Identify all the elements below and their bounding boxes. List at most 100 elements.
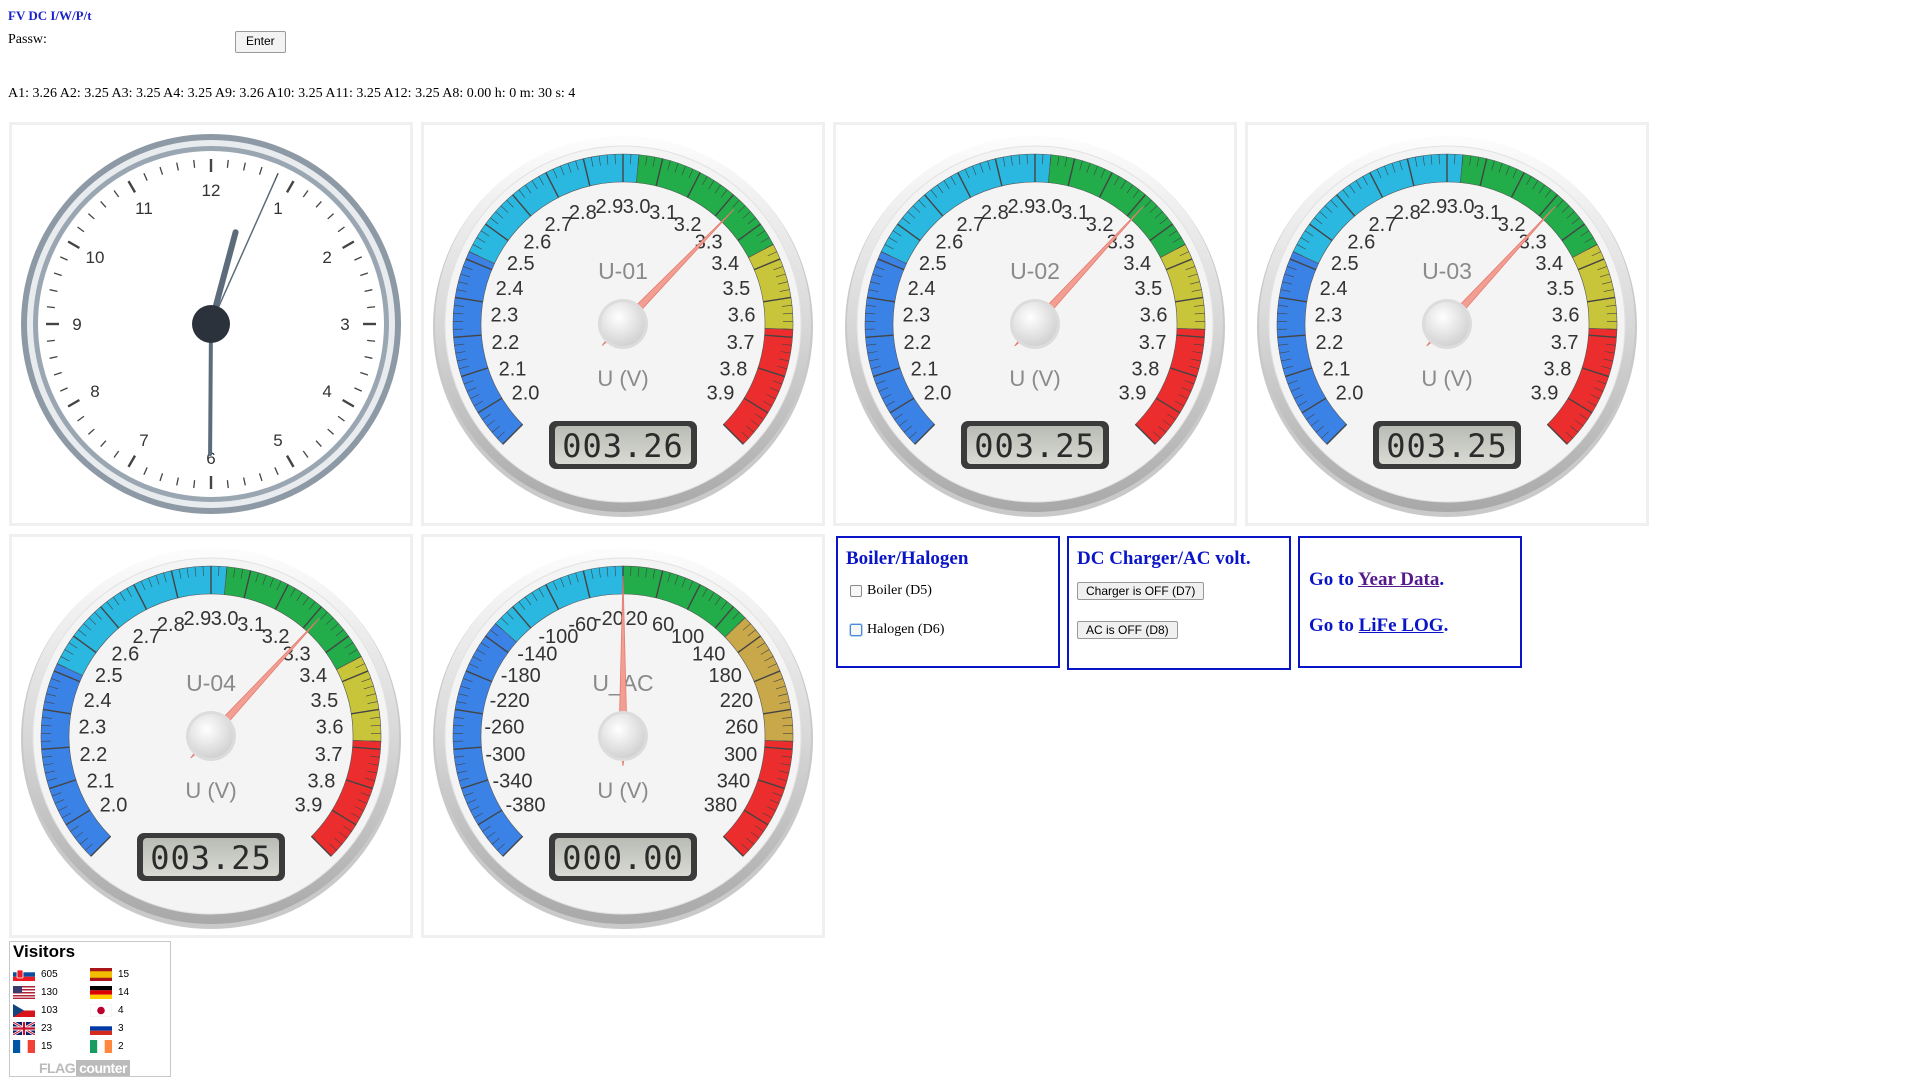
gauge-scale-label: 3.0 — [1447, 196, 1475, 218]
gauge-scale-label: 3.8 — [1132, 358, 1160, 380]
gauge-scale-label: 2.8 — [1393, 202, 1421, 224]
gauge-scale-label: 3.0 — [1035, 196, 1063, 218]
gauge-scale-label: 3.6 — [316, 717, 344, 739]
gauge-scale-label: 2.2 — [1315, 332, 1343, 354]
clock-number: 8 — [90, 382, 99, 401]
gauge-scale-label: 3.5 — [1135, 278, 1163, 300]
gauge-hub — [189, 714, 233, 758]
gauge-scale-label: 2.5 — [1331, 253, 1359, 275]
gauge-scale-label: -380 — [506, 794, 546, 816]
gauge-scale-label: 2.0 — [1336, 382, 1364, 404]
boiler-toggle[interactable]: Boiler (D5) — [850, 583, 932, 599]
visitor-count: 3 — [118, 1023, 124, 1034]
clock-tick — [226, 480, 229, 489]
gauge-unit: U (V) — [597, 778, 648, 803]
ac-toggle-button[interactable]: AC is OFF (D8) — [1077, 621, 1178, 639]
boiler-checkbox[interactable] — [850, 585, 862, 597]
password-label: Passw: — [8, 32, 47, 47]
gauge-scale-label: 3.7 — [1139, 332, 1167, 354]
gauge-scale-label: 3.9 — [1531, 382, 1559, 404]
clock-tick — [367, 339, 376, 342]
gauge-scale-label: -220 — [490, 690, 530, 712]
gauge-scale-label: 2.4 — [1320, 278, 1348, 300]
gauge-scale-label: 20 — [626, 608, 648, 630]
charger-box-title: DC Charger/AC volt. — [1077, 548, 1251, 569]
gauge-scale-label: 3.6 — [1552, 305, 1580, 327]
visitor-count: 15 — [41, 1041, 53, 1052]
gauge-scale-label: 2.9 — [595, 196, 623, 218]
visitor-count: 605 — [41, 969, 58, 980]
visitor-count: 2 — [118, 1041, 124, 1052]
gauge-hub — [1013, 302, 1057, 346]
gauge-scale-label: 3.8 — [720, 358, 748, 380]
halogen-checkbox[interactable] — [850, 624, 862, 636]
gauge-panel-u02: 2.0 2.1 2.2 2.3 2.4 2.5 2.6 2.7 2.8 2.9 3.0 3.1 3.2 3… — [833, 122, 1237, 526]
gauge-scale-label: 2.2 — [79, 744, 107, 766]
gauge-scale-label: -300 — [485, 744, 525, 766]
year-data-link[interactable]: Year Data — [1358, 569, 1439, 590]
gauge-scale-label: 2.2 — [491, 332, 519, 354]
gauge-scale-label: 2.1 — [87, 770, 115, 792]
gauge-scale-label: 2.9 — [1419, 196, 1447, 218]
clock-tick — [193, 159, 196, 168]
gauge-scale-label: 300 — [724, 744, 757, 766]
gauge-scale-label: -260 — [484, 717, 524, 739]
life-log-line: Go to LiFe LOG. — [1309, 615, 1448, 637]
gauge-scale-label: 3.9 — [295, 794, 323, 816]
gauge-scale-label: 3.4 — [299, 665, 327, 687]
life-log-link[interactable]: LiFe LOG — [1359, 615, 1444, 636]
gauge-hub — [601, 302, 645, 346]
gauge-scale-label: 3.7 — [1551, 332, 1579, 354]
gauge-scale-label: 3.0 — [623, 196, 651, 218]
gauge-scale-label: 140 — [692, 643, 725, 665]
visitor-country-row: 15 — [13, 1040, 52, 1053]
page-title: FV DC I/W/P/t — [8, 8, 92, 23]
visitor-country-row: 605 — [13, 968, 58, 981]
visitor-count: 103 — [41, 1005, 58, 1016]
visitor-count: 15 — [118, 969, 130, 980]
flag-counter-widget[interactable]: Visitors 605 130 103 23 15 15 14 4 3 2 FLAG counte… — [9, 941, 171, 1077]
gauge-scale-label: 2.1 — [499, 358, 527, 380]
gauge-scale-label: -180 — [501, 665, 541, 687]
visitor-count: 4 — [118, 1005, 124, 1016]
visitors-title: Visitors — [13, 942, 76, 961]
gauge-scale-label: 2.1 — [1323, 358, 1351, 380]
clock-number: 9 — [72, 315, 81, 334]
clock-tick — [46, 306, 55, 309]
gauge-scale-label: 3.5 — [311, 690, 339, 712]
gauge-lcd-value: 003.25 — [1386, 427, 1508, 465]
slovakia-flag-icon — [13, 968, 35, 981]
clock-tick — [226, 159, 229, 168]
visitor-country-row: 130 — [13, 986, 58, 999]
clock-number: 4 — [322, 382, 331, 401]
visitor-country-row: 103 — [13, 1004, 58, 1017]
gauge-title: U-02 — [1010, 258, 1060, 284]
boiler-halogen-box: Boiler/Halogen Boiler (D5) Halogen (D6) — [836, 536, 1060, 668]
gauge-scale-label: 2.5 — [919, 253, 947, 275]
ireland-flag-icon — [90, 1040, 112, 1053]
gauge-scale-label: 3.8 — [308, 770, 336, 792]
clock-hub — [192, 305, 230, 343]
visitor-country-row: 4 — [89, 1003, 124, 1018]
halogen-toggle[interactable]: Halogen (D6) — [850, 622, 944, 638]
gauge-scale-label: 2.8 — [569, 202, 597, 224]
gauge-panel-u01: 2.0 2.1 2.2 2.3 2.4 2.5 2.6 2.7 2.8 2.9 3.0 3.1 3.2 3… — [421, 122, 825, 526]
gauge-panel-uac: -380 -340 -300 -260 -220 -180 -140 -100 -60 -20 20… — [421, 534, 825, 938]
gauge-scale-label: 3.6 — [728, 305, 756, 327]
voltage-gauge-u01: 2.02.12.22.32.42.52.62.72.82.9 3.03.13.23… — [433, 136, 813, 517]
charger-box: DC Charger/AC volt. Charger is OFF (D7) … — [1067, 536, 1291, 670]
gauge-scale-label: 180 — [709, 665, 742, 687]
clock-number: 10 — [85, 248, 104, 267]
gauge-lcd-value: 000.00 — [562, 839, 684, 877]
gauge-scale-label: 220 — [720, 690, 753, 712]
gauge-hub — [601, 714, 645, 758]
charger-toggle-button[interactable]: Charger is OFF (D7) — [1077, 582, 1205, 600]
spain-flag-icon — [90, 968, 112, 981]
halogen-label: Halogen (D6) — [867, 622, 945, 637]
gauge-scale-label: 2.3 — [1314, 305, 1342, 327]
enter-button[interactable]: Enter — [235, 31, 286, 53]
gauge-scale-label: 3.8 — [1544, 358, 1572, 380]
gauge-title: U-01 — [598, 258, 648, 284]
gauge-scale-label: 2.4 — [908, 278, 936, 300]
gauge-panel-u03: 2.0 2.1 2.2 2.3 2.4 2.5 2.6 2.7 2.8 2.9 3.0 3.1 3.2 3… — [1245, 122, 1649, 526]
